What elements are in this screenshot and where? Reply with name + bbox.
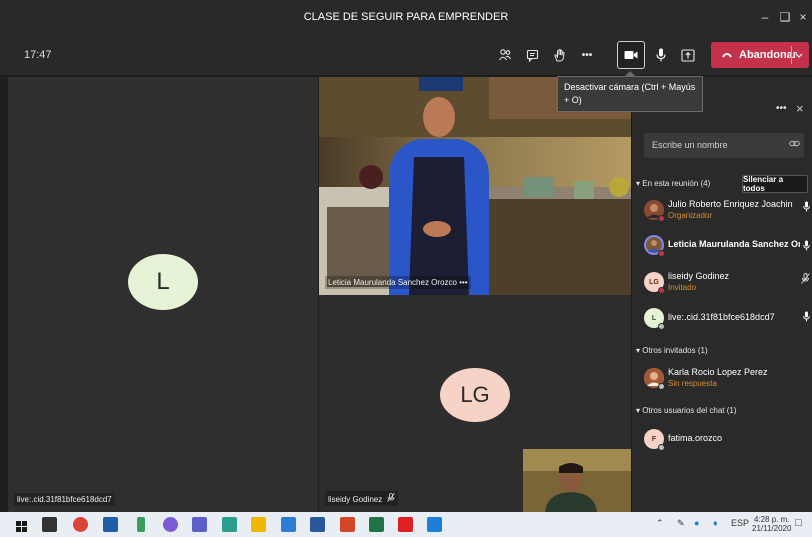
participant-name: liseidy Godinez: [325, 491, 399, 506]
teams-meeting-window: CLASE DE SEGUIR PARA EMPRENDER – ❑ × 17:…: [0, 0, 812, 537]
phone-app-icon[interactable]: [137, 517, 145, 532]
participant-row[interactable]: Julio Roberto Enriquez Joachin Organizad…: [640, 197, 810, 227]
avatar: L: [128, 254, 198, 310]
raise-hand-icon[interactable]: [546, 42, 572, 68]
microphone-icon[interactable]: [803, 201, 810, 215]
participant-name: live:.cid.31f81bfce618dcd7: [14, 493, 115, 506]
self-view-video[interactable]: [523, 449, 631, 512]
participant-role: Organizador: [668, 211, 713, 220]
in-meeting-label: En esta reunión (4): [642, 179, 711, 188]
status-badge: [658, 383, 665, 390]
participant-role: Invitado: [668, 283, 697, 292]
leave-button[interactable]: Abandonar: [711, 42, 809, 68]
search-placeholder: Escribe un nombre: [652, 140, 728, 150]
participant-role: Sin respuesta: [668, 379, 717, 388]
camera-tooltip: Desactivar cámara (Ctrl + Mayús + O): [557, 71, 703, 112]
close-icon[interactable]: ×: [794, 0, 812, 34]
store-icon[interactable]: [42, 517, 57, 532]
chat-users-label: Otros usuarios del chat (1): [642, 406, 737, 415]
status-badge: [658, 287, 665, 294]
status-badge: [658, 215, 665, 222]
word-icon[interactable]: [310, 517, 325, 532]
powerpoint-icon[interactable]: [340, 517, 355, 532]
chevron-down-icon[interactable]: [795, 42, 803, 68]
close-icon[interactable]: ×: [796, 101, 804, 116]
meeting-timer: 17:47: [24, 49, 52, 61]
teams-icon[interactable]: [192, 517, 207, 532]
windows-start-icon[interactable]: [16, 519, 27, 537]
media-player-icon[interactable]: [427, 517, 442, 532]
system-clock[interactable]: 4:28 p. m. 21/11/2020: [752, 515, 791, 533]
windows-taskbar: ⌃ ✎ ● ♦ ESP 4:28 p. m. 21/11/2020 □: [0, 512, 812, 537]
panel-more-icon[interactable]: •••: [776, 103, 787, 114]
in-meeting-section[interactable]: ▾ En esta reunión (4): [636, 179, 710, 188]
whatsapp-icon[interactable]: [222, 517, 237, 532]
calendar-icon[interactable]: [281, 517, 296, 532]
mute-all-button[interactable]: Silenciar a todos: [742, 175, 808, 193]
language-indicator[interactable]: ESP: [731, 518, 749, 528]
participant-row[interactable]: Leticia Maurulanda Sanchez Or...: [640, 232, 810, 262]
chat-user-row[interactable]: F fatima.orozco: [640, 426, 810, 456]
tile-more-icon[interactable]: •••: [459, 278, 467, 287]
leave-divider: [791, 46, 792, 64]
participant-row[interactable]: LG liseidy Godinez Invitado: [640, 269, 810, 299]
file-explorer-icon[interactable]: [251, 517, 266, 532]
share-invite-icon[interactable]: [789, 139, 800, 151]
participant-name: fatima.orozco: [668, 433, 723, 443]
window-title: CLASE DE SEGUIR PARA EMPRENDER: [303, 11, 509, 23]
pdf-reader-icon[interactable]: [398, 517, 413, 532]
status-badge: [658, 250, 665, 257]
mic-muted-icon: [387, 493, 396, 502]
microphone-icon[interactable]: [648, 42, 674, 68]
participant-search-input[interactable]: Escribe un nombre: [644, 133, 804, 158]
participant-name: Karla Rocio Lopez Perez: [668, 367, 768, 377]
invited-row[interactable]: Karla Rocio Lopez Perez Sin respuesta: [640, 365, 810, 395]
share-screen-icon[interactable]: [675, 42, 701, 68]
chat-users-section[interactable]: ▾ Otros usuarios del chat (1): [636, 406, 737, 415]
chevron-down-icon: ▾: [636, 406, 641, 415]
notifications-icon[interactable]: □: [795, 517, 802, 529]
bluetooth-icon[interactable]: ♦: [713, 518, 718, 528]
self-view-image: [523, 449, 631, 512]
mic-muted-icon[interactable]: [801, 273, 810, 287]
participants-panel: ••• × Escribe un nombre ▾ En esta reunió…: [631, 77, 812, 512]
chat-icon[interactable]: [519, 42, 545, 68]
mail-icon[interactable]: [103, 517, 118, 532]
clock-time: 4:28 p. m.: [753, 515, 790, 524]
others-invited-label: Otros invitados (1): [642, 346, 708, 355]
chevron-up-icon[interactable]: ⌃: [656, 518, 664, 529]
participant-name-text: Leticia Maurulanda Sanchez Orozco: [328, 278, 457, 287]
chrome-icon[interactable]: [73, 517, 88, 532]
more-actions-icon[interactable]: •••: [574, 42, 600, 68]
status-badge: [658, 444, 665, 451]
pen-icon[interactable]: ✎: [677, 518, 685, 529]
clock-date: 21/11/2020: [752, 524, 792, 533]
participant-name: Julio Roberto Enriquez Joachin: [668, 199, 793, 209]
avatar: LG: [440, 368, 510, 422]
leave-label: Abandonar: [739, 49, 798, 61]
title-bar: CLASE DE SEGUIR PARA EMPRENDER – ❑ ×: [0, 0, 812, 34]
participant-name-text: liseidy Godinez: [328, 495, 383, 504]
camera-toggle-button[interactable]: [617, 41, 645, 69]
hang-up-icon: [721, 49, 733, 61]
microphone-icon[interactable]: [803, 311, 810, 325]
chevron-down-icon: ▾: [636, 179, 641, 188]
participant-row[interactable]: L live:.cid.31f81bfce618dcd7: [640, 305, 810, 335]
onedrive-icon[interactable]: ●: [694, 518, 699, 528]
meeting-toolbar: 17:47 ••• Abandonar: [0, 34, 812, 76]
chevron-down-icon: ▾: [636, 346, 641, 355]
camera-icon: [624, 51, 638, 59]
participant-name: Leticia Maurulanda Sanchez Orozco •••: [325, 276, 471, 289]
others-invited-section[interactable]: ▾ Otros invitados (1): [636, 346, 708, 355]
participant-name: live:.cid.31f81bfce618dcd7: [668, 312, 775, 322]
messenger-icon[interactable]: [163, 517, 178, 532]
participant-name: liseidy Godinez: [668, 271, 730, 281]
status-badge: [658, 323, 665, 330]
participant-name: Leticia Maurulanda Sanchez Or...: [668, 239, 800, 249]
participant-tile-left[interactable]: L live:.cid.31f81bfce618dcd7: [8, 77, 318, 512]
participants-icon[interactable]: [492, 42, 518, 68]
microphone-icon[interactable]: [803, 240, 810, 254]
excel-icon[interactable]: [369, 517, 384, 532]
